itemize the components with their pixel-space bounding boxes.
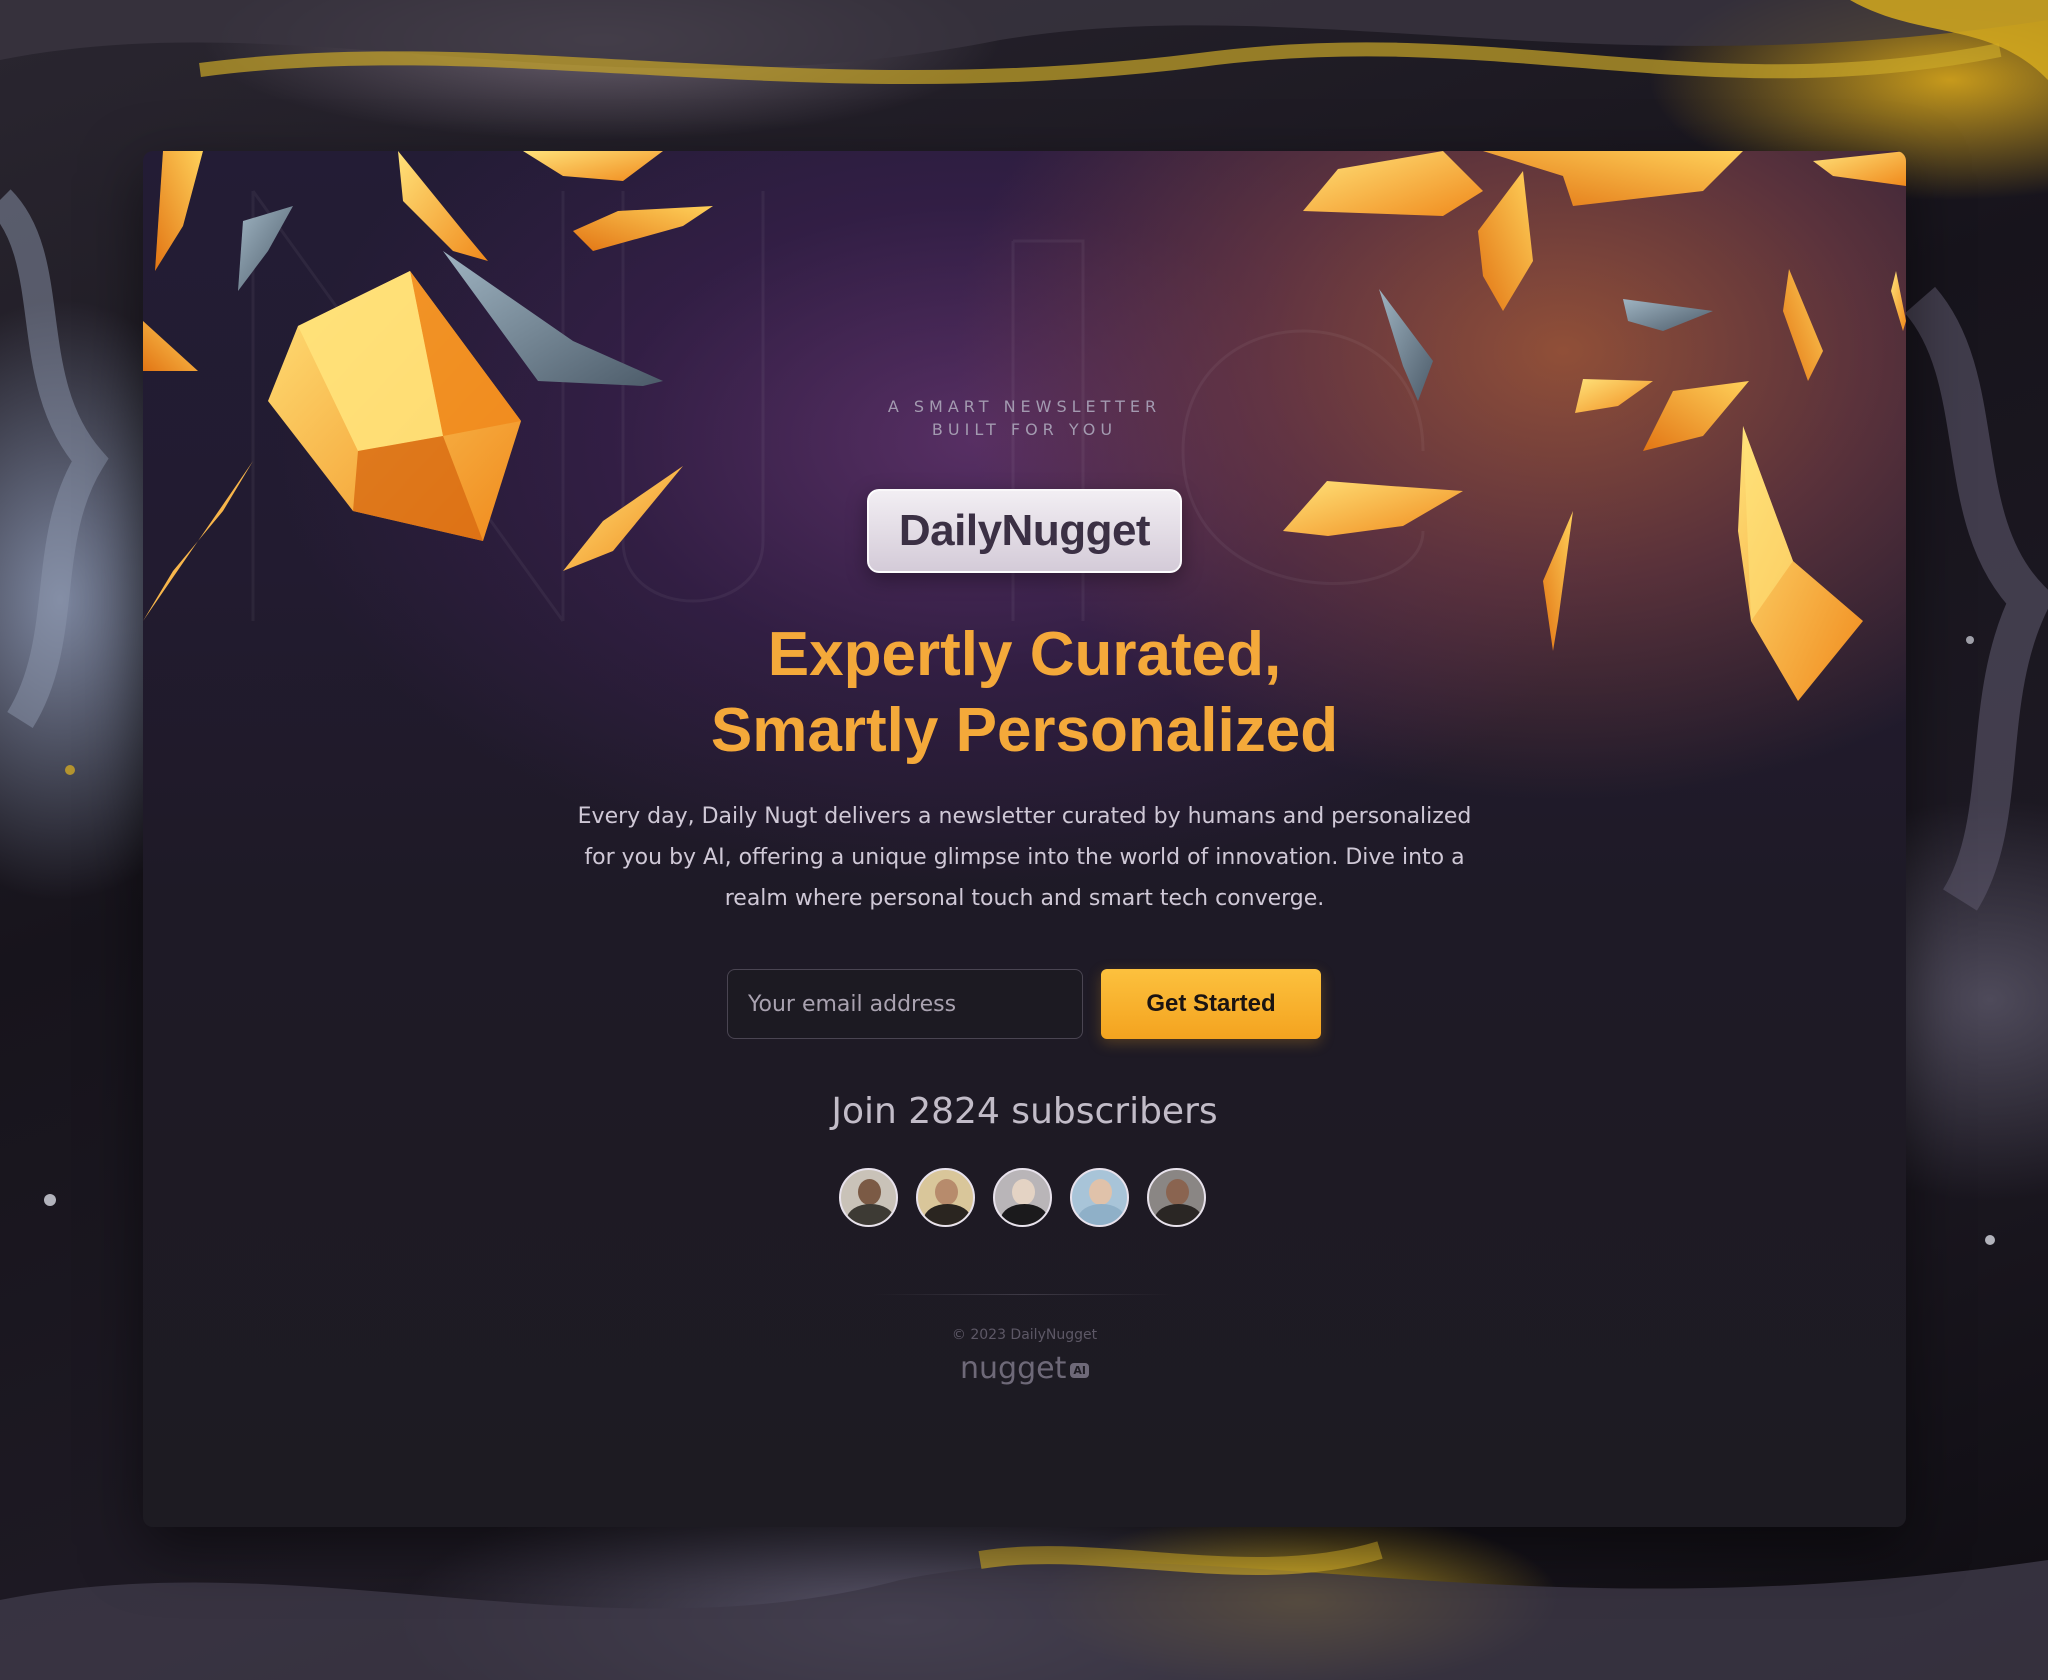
headline-line-1: Expertly Curated, (767, 620, 1282, 689)
headline-line-2: Smartly Personalized (710, 696, 1339, 765)
hero-description: Every day, Daily Nugt delivers a newslet… (577, 804, 1472, 911)
nugget-ai-logo[interactable]: nugget AI (143, 1351, 1906, 1386)
avatar (839, 1168, 898, 1227)
signup-form: Get Started (727, 969, 1321, 1039)
avatar (1147, 1168, 1206, 1227)
footer-brand-badge: AI (1070, 1363, 1089, 1378)
logo-text: DailyNugget (898, 506, 1151, 555)
footer-divider (873, 1294, 1173, 1295)
eyebrow-line-2: BUILT FOR YOU (931, 420, 1118, 439)
get-started-button[interactable]: Get Started (1101, 969, 1321, 1039)
newsletter-card: A SMART NEWSLETTER BUILT FOR YOU DailyNu… (143, 151, 1906, 1527)
avatar (916, 1168, 975, 1227)
copyright-text: © 2023 DailyNugget (951, 1327, 1098, 1343)
eyebrow-tagline: A SMART NEWSLETTER BUILT FOR YOU (143, 395, 1906, 441)
footer-brand-word: nugget (960, 1351, 1067, 1386)
page-headline: Expertly Curated, Smartly Personalized (143, 617, 1906, 769)
subscriber-count: Join 2824 subscribers (831, 1091, 1218, 1132)
email-input[interactable] (727, 969, 1083, 1039)
avatar (1070, 1168, 1129, 1227)
dailynugget-logo: DailyNugget (867, 489, 1182, 573)
eyebrow-line-1: A SMART NEWSLETTER (887, 397, 1162, 416)
avatar (993, 1168, 1052, 1227)
subscriber-avatars (839, 1168, 1206, 1227)
